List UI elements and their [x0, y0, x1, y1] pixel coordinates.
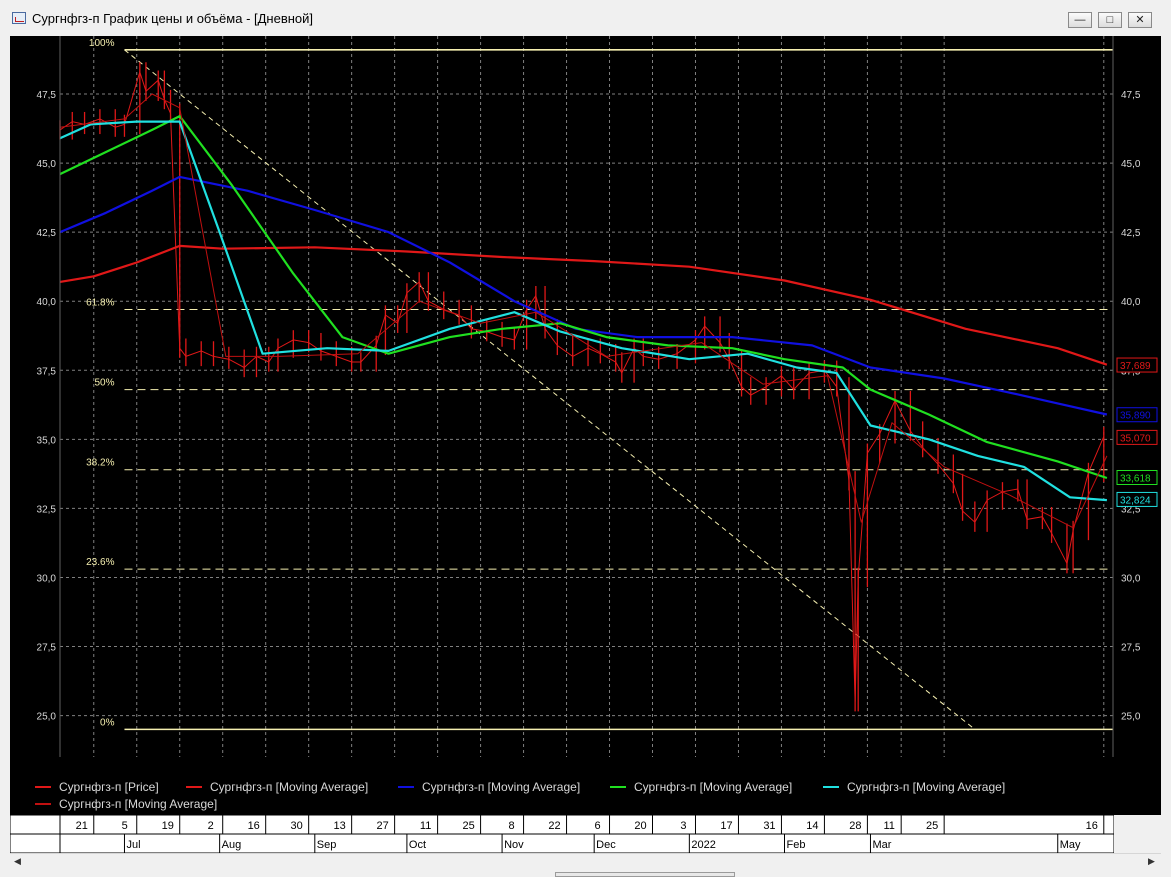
- day-tick-label: 2: [208, 820, 214, 832]
- month-tick-label: Sep: [317, 839, 337, 851]
- last-value-label: 32,824: [1120, 495, 1151, 506]
- last-value-label: 35,890: [1120, 411, 1151, 422]
- day-tick-label: 25: [926, 820, 938, 832]
- legend-entry[interactable]: Сургнфгз-п [Moving Average]: [210, 780, 368, 794]
- window-title: Сургнфгз-п График цены и объёма - [Дневн…: [32, 11, 314, 26]
- day-tick-label: 14: [806, 820, 818, 832]
- day-tick-label: 17: [720, 820, 732, 832]
- fibonacci-level-label: 38.2%: [86, 458, 114, 469]
- day-tick-label: 27: [377, 820, 389, 832]
- fibonacci-level-label: 100%: [89, 38, 115, 49]
- month-tick-label: Oct: [409, 839, 426, 851]
- close-icon: ✕: [1135, 14, 1145, 26]
- fibonacci-level-label: 0%: [100, 717, 115, 728]
- month-tick-label: Dec: [596, 839, 616, 851]
- y-tick-label-right: 40,0: [1121, 297, 1141, 308]
- y-tick-label-right: 25,0: [1121, 712, 1141, 723]
- day-tick-label: 16: [1086, 820, 1098, 832]
- y-tick-label-left: 30,0: [37, 573, 57, 584]
- y-tick-label-left: 47,5: [37, 90, 57, 101]
- month-tick-label: Aug: [222, 839, 242, 851]
- horizontal-scrollbar[interactable]: ◀ ▶: [10, 853, 1161, 868]
- y-tick-label-left: 25,0: [37, 712, 57, 723]
- price-chart[interactable]: 100% 61.8% 50% 38.2% 23.6% 0% 47,5 47,5 45,0 45,…: [10, 36, 1161, 815]
- day-tick-label: 30: [291, 820, 303, 832]
- y-tick-label-right: 30,0: [1121, 573, 1141, 584]
- month-tick-label: Feb: [787, 839, 806, 851]
- title-bar[interactable]: Сургнфгз-п График цены и объёма - [Дневн…: [0, 0, 1171, 36]
- day-tick-label: 16: [248, 820, 260, 832]
- day-tick-label: 11: [420, 820, 431, 832]
- status-strip: [555, 872, 735, 877]
- y-tick-label-left: 27,5: [37, 643, 57, 654]
- day-tick-label: 6: [594, 820, 600, 832]
- legend-entry[interactable]: Сургнфгз-п [Price]: [59, 780, 159, 794]
- day-tick-label: 25: [462, 820, 474, 832]
- day-tick-label: 8: [509, 820, 515, 832]
- y-tick-label-left: 40,0: [37, 297, 57, 308]
- day-tick-label: 5: [122, 820, 128, 832]
- day-tick-label: 31: [763, 820, 775, 832]
- month-tick-label: Jul: [126, 839, 140, 851]
- y-tick-label-right: 45,0: [1121, 159, 1141, 170]
- minimize-icon: —: [1074, 14, 1086, 26]
- month-tick-label: Mar: [872, 839, 891, 851]
- restore-button[interactable]: □: [1098, 12, 1122, 28]
- day-tick-label: 19: [162, 820, 174, 832]
- legend-entry[interactable]: Сургнфгз-п [Moving Average]: [847, 780, 1005, 794]
- last-value-label: 33,618: [1120, 473, 1151, 484]
- legend-entry[interactable]: Сургнфгз-п [Moving Average]: [59, 797, 217, 811]
- chart-background: [10, 36, 1161, 815]
- day-tick-label: 28: [849, 820, 861, 832]
- y-tick-label-left: 42,5: [37, 228, 57, 239]
- y-tick-label-left: 35,0: [37, 435, 57, 446]
- day-tick-label: 11: [883, 820, 894, 832]
- y-tick-label-left: 37,5: [37, 366, 57, 377]
- legend-entry[interactable]: Сургнфгз-п [Moving Average]: [422, 780, 580, 794]
- month-tick-label: May: [1060, 839, 1081, 851]
- chart-app-icon: [12, 12, 26, 24]
- y-tick-label-right: 27,5: [1121, 643, 1141, 654]
- day-tick-label: 13: [334, 820, 346, 832]
- time-axis-canvas: 21 5 19 2 16 30 13 27 11 25 8 22 6 20 3 17 31 14 28 11 25 16 …: [9, 814, 1115, 854]
- last-value-label: 35,070: [1120, 433, 1151, 444]
- day-tick-label: 21: [76, 820, 88, 832]
- day-tick-label: 3: [680, 820, 686, 832]
- time-axis[interactable]: 21 5 19 2 16 30 13 27 11 25 8 22 6 20 3 17 31 14 28 11 25 16 …: [9, 814, 1115, 854]
- day-tick-label: 20: [634, 820, 646, 832]
- last-value-label: 37,689: [1120, 361, 1151, 372]
- chart-canvas[interactable]: 100% 61.8% 50% 38.2% 23.6% 0% 47,5 47,5 45,0 45,…: [10, 36, 1161, 815]
- legend-entry[interactable]: Сургнфгз-п [Moving Average]: [634, 780, 792, 794]
- y-tick-label-left: 32,5: [37, 504, 57, 515]
- y-tick-label-left: 45,0: [37, 159, 57, 170]
- y-tick-label-right: 42,5: [1121, 228, 1141, 239]
- fibonacci-level-label: 61.8%: [86, 297, 114, 308]
- close-button[interactable]: ✕: [1128, 12, 1152, 28]
- fibonacci-level-label: 50%: [94, 378, 114, 389]
- day-tick-label: 22: [548, 820, 560, 832]
- month-tick-label: Nov: [504, 839, 524, 851]
- scroll-left-icon[interactable]: ◀: [14, 856, 21, 867]
- scroll-right-icon[interactable]: ▶: [1148, 856, 1155, 867]
- y-tick-label-right: 47,5: [1121, 90, 1141, 101]
- restore-icon: □: [1106, 14, 1114, 26]
- fibonacci-level-label: 23.6%: [86, 557, 114, 568]
- minimize-button[interactable]: —: [1068, 12, 1092, 28]
- month-tick-label: 2022: [691, 839, 715, 851]
- chart-window: Сургнфгз-п График цены и объёма - [Дневн…: [0, 0, 1171, 877]
